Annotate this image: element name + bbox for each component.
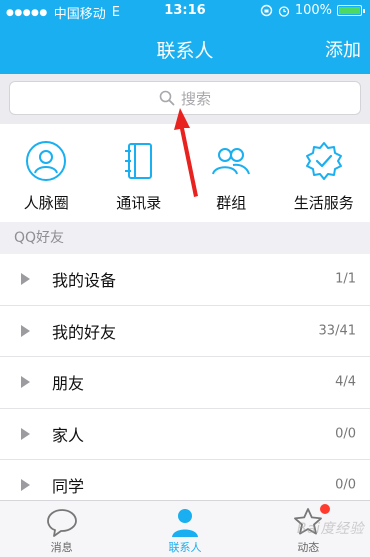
group-row[interactable]: 我的好友 33/41	[0, 305, 370, 357]
tab-messages[interactable]: 消息	[0, 501, 123, 557]
group-name: 朋友	[52, 374, 85, 394]
status-right: 100%	[260, 3, 365, 18]
group-row[interactable]: 家人 0/0	[0, 408, 370, 460]
rotation-lock-icon	[260, 4, 273, 17]
add-button[interactable]: 添加	[325, 36, 361, 62]
quick-action-label: 生活服务	[293, 194, 354, 212]
battery-icon	[337, 5, 365, 16]
battery-percent: 100%	[294, 3, 332, 18]
page-title: 联系人	[156, 40, 214, 62]
group-row[interactable]: 我的设备 1/1	[0, 254, 370, 306]
group-name: 我的设备	[52, 271, 117, 291]
group-count: 0/0	[335, 426, 356, 442]
tab-contacts[interactable]: 联系人	[123, 501, 246, 557]
quick-action-label: 人脉圈	[23, 194, 69, 212]
expand-triangle-icon	[21, 479, 30, 492]
expand-triangle-icon	[21, 324, 30, 337]
quick-action-life-service[interactable]: 生活服务	[278, 124, 370, 222]
tab-label: 联系人	[168, 541, 202, 554]
tab-label: 消息	[50, 541, 73, 554]
section-header: QQ好友	[0, 222, 370, 254]
expand-triangle-icon	[21, 273, 30, 286]
watermark: Bai度经验	[296, 521, 364, 537]
status-bar: ●●●●● 中国移动 E 13:16 100%	[0, 0, 370, 22]
group-name: 同学	[52, 477, 85, 497]
expand-triangle-icon	[21, 427, 30, 440]
header: ●●●●● 中国移动 E 13:16 100% 联系人 添加	[0, 0, 370, 74]
notification-dot	[319, 504, 330, 514]
group-count: 33/41	[318, 323, 356, 339]
group-count: 0/0	[335, 477, 356, 493]
contacts-person-icon	[171, 509, 198, 537]
group-icon	[212, 148, 251, 175]
group-count: 4/4	[335, 374, 356, 390]
group-count: 1/1	[335, 271, 356, 287]
life-service-icon	[305, 142, 342, 180]
group-name: 家人	[52, 425, 85, 445]
expand-triangle-icon	[21, 376, 30, 389]
group-name: 我的好友	[52, 322, 117, 342]
alarm-icon	[278, 5, 289, 17]
group-row[interactable]: 朋友 4/4	[0, 357, 370, 409]
friend-groups-list: 我的设备 1/1 我的好友 33/41 朋友 4/4 家人 0/0 同学 0/0	[0, 254, 370, 512]
message-bubble-icon	[46, 509, 77, 537]
address-book-icon	[124, 143, 152, 179]
annotation-arrow-icon	[174, 108, 198, 197]
tab-label: 动态	[297, 541, 320, 554]
contacts-circle-icon	[26, 141, 67, 181]
quick-action-contacts-circle[interactable]: 人脉圈	[0, 124, 93, 222]
